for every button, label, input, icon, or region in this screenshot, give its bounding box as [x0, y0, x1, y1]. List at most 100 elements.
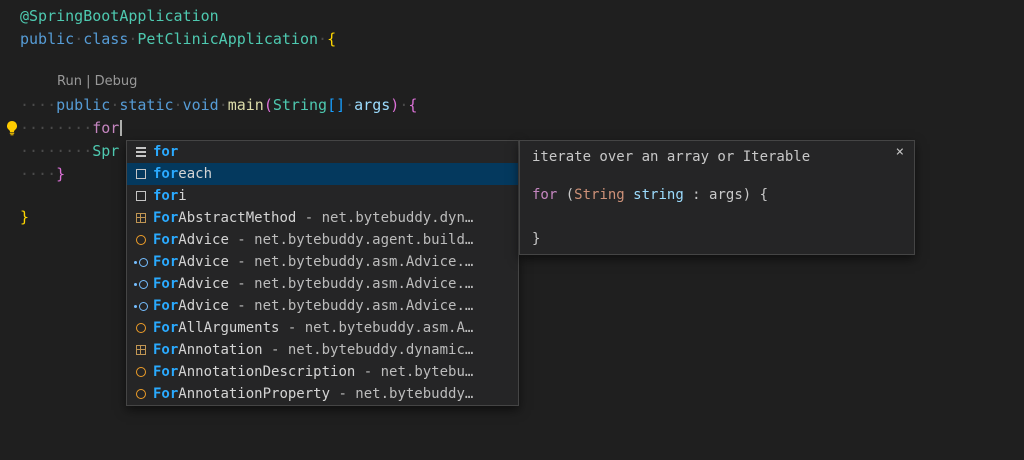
token: ( — [557, 187, 574, 203]
module-icon — [132, 342, 149, 358]
token: : args) { — [684, 187, 768, 203]
interface-icon — [132, 254, 149, 270]
codelens-run-link[interactable]: Run — [57, 74, 82, 89]
suggestion-match: For — [153, 386, 178, 402]
token: } — [20, 208, 29, 226]
suggestion-detail: - net.bytebuddy.dyn… — [296, 210, 473, 226]
snippet-icon — [132, 166, 149, 182]
token: · — [219, 96, 228, 114]
token: · — [318, 30, 327, 48]
token: PetClinicApplication — [137, 30, 318, 48]
suggestion-label: AnnotationDescription — [178, 364, 355, 380]
token: String — [574, 187, 625, 203]
suggestion-label: Advice — [178, 298, 229, 314]
token — [625, 187, 633, 203]
suggestion-label: Advice — [178, 276, 229, 292]
codelens: Run | Debug — [57, 73, 137, 91]
token: } — [532, 231, 540, 247]
docs-code-line: } — [532, 229, 540, 249]
suggestion-label: AnnotationProperty — [178, 386, 330, 402]
suggestion-match: For — [153, 210, 178, 226]
suggestion-match: for — [153, 166, 178, 182]
suggestion-item[interactable]: ForAnnotationProperty - net.bytebuddy… — [127, 383, 518, 405]
interface-icon — [132, 298, 149, 314]
interface-icon — [132, 276, 149, 292]
token: ···· — [20, 96, 56, 114]
suggestion-match: For — [153, 254, 178, 270]
suggestion-match: For — [153, 232, 178, 248]
suggestion-item[interactable]: ForAbstractMethod - net.bytebuddy.dyn… — [127, 207, 518, 229]
vscode-editor: { "colors": { "bg": "#1f1f1f", "fg": "#d… — [0, 0, 1024, 460]
snippet-icon — [132, 188, 149, 204]
suggestion-item[interactable]: ForAnnotationDescription - net.bytebu… — [127, 361, 518, 383]
token: Spr — [92, 142, 119, 160]
token: · — [399, 96, 408, 114]
suggestion-label: AllArguments — [178, 320, 279, 336]
token: for — [532, 187, 557, 203]
suggestion-detail: - net.bytebuddy.asm.Advice.… — [229, 254, 473, 270]
suggestion-detail: - net.bytebuddy.asm.Advice.… — [229, 298, 473, 314]
suggestion-detail: - net.bytebuddy… — [330, 386, 473, 402]
token: string — [633, 187, 684, 203]
token: static — [119, 96, 173, 114]
suggestion-item[interactable]: ForAdvice - net.bytebuddy.asm.Advice.… — [127, 295, 518, 317]
code-line[interactable]: @SpringBootApplication — [20, 5, 219, 28]
suggestion-detail: - net.bytebu… — [355, 364, 473, 380]
suggestion-label: Advice — [178, 232, 229, 248]
suggestion-item[interactable]: ForAdvice - net.bytebuddy.asm.Advice.… — [127, 273, 518, 295]
code-line[interactable]: ····public·static·void·main(String[]·arg… — [20, 94, 417, 117]
token: String — [273, 96, 327, 114]
module-icon — [132, 210, 149, 226]
docs-summary: iterate over an array or Iterable — [532, 149, 810, 165]
suggestion-label: AbstractMethod — [178, 210, 296, 226]
suggestion-item[interactable]: for — [127, 141, 518, 163]
codelens-separator: | — [82, 74, 95, 89]
suggestion-match: For — [153, 342, 178, 358]
suggestion-item[interactable]: ForAdvice - net.bytebuddy.agent.build… — [127, 229, 518, 251]
class-icon — [132, 320, 149, 336]
class-icon — [132, 386, 149, 402]
token: · — [345, 96, 354, 114]
token: ) — [390, 96, 399, 114]
token: public — [56, 96, 110, 114]
token: void — [183, 96, 219, 114]
suggestion-match: for — [153, 144, 178, 160]
suggestion-detail: - net.bytebuddy.asm.Advice.… — [229, 276, 473, 292]
suggestion-label: each — [178, 166, 212, 182]
token: · — [74, 30, 83, 48]
token: @SpringBootApplication — [20, 7, 219, 25]
token: public — [20, 30, 74, 48]
suggestion-item[interactable]: ForAllArguments - net.bytebuddy.asm.A… — [127, 317, 518, 339]
docs-code-line: for (String string : args) { — [532, 185, 768, 205]
token: · — [174, 96, 183, 114]
code-line[interactable]: ····} — [20, 163, 65, 186]
suggestion-match: For — [153, 276, 178, 292]
token: · — [110, 96, 119, 114]
suggestion-item[interactable]: ForAdvice - net.bytebuddy.asm.Advice.… — [127, 251, 518, 273]
token: main — [228, 96, 264, 114]
token: { — [408, 96, 417, 114]
suggestion-detail: - net.bytebuddy.asm.A… — [279, 320, 473, 336]
suggestion-match: for — [153, 188, 178, 204]
suggestion-item[interactable]: fori — [127, 185, 518, 207]
token: for — [92, 119, 119, 137]
token: args — [354, 96, 390, 114]
suggestion-item[interactable]: ForAnnotation - net.bytebuddy.dynamic… — [127, 339, 518, 361]
token: ········ — [20, 119, 92, 137]
suggestion-item-selected[interactable]: foreach — [127, 163, 518, 185]
token: } — [56, 165, 65, 183]
codelens-debug-link[interactable]: Debug — [95, 74, 138, 89]
lightbulb-icon[interactable] — [4, 120, 20, 136]
code-line[interactable]: ········Spr — [20, 140, 119, 163]
keyword-icon — [132, 144, 149, 160]
code-line[interactable]: } — [20, 206, 29, 229]
suggest-widget: for foreach fori ForAbstractMethod - net… — [126, 140, 519, 406]
class-icon — [132, 364, 149, 380]
token: ········ — [20, 142, 92, 160]
code-line[interactable]: public·class·PetClinicApplication·{ — [20, 28, 336, 51]
code-line-cursor[interactable]: ········for — [20, 117, 122, 140]
suggestion-label: Advice — [178, 254, 229, 270]
close-icon[interactable]: × — [896, 144, 904, 160]
suggestion-detail: - net.bytebuddy.dynamic… — [263, 342, 474, 358]
suggestion-match: For — [153, 320, 178, 336]
